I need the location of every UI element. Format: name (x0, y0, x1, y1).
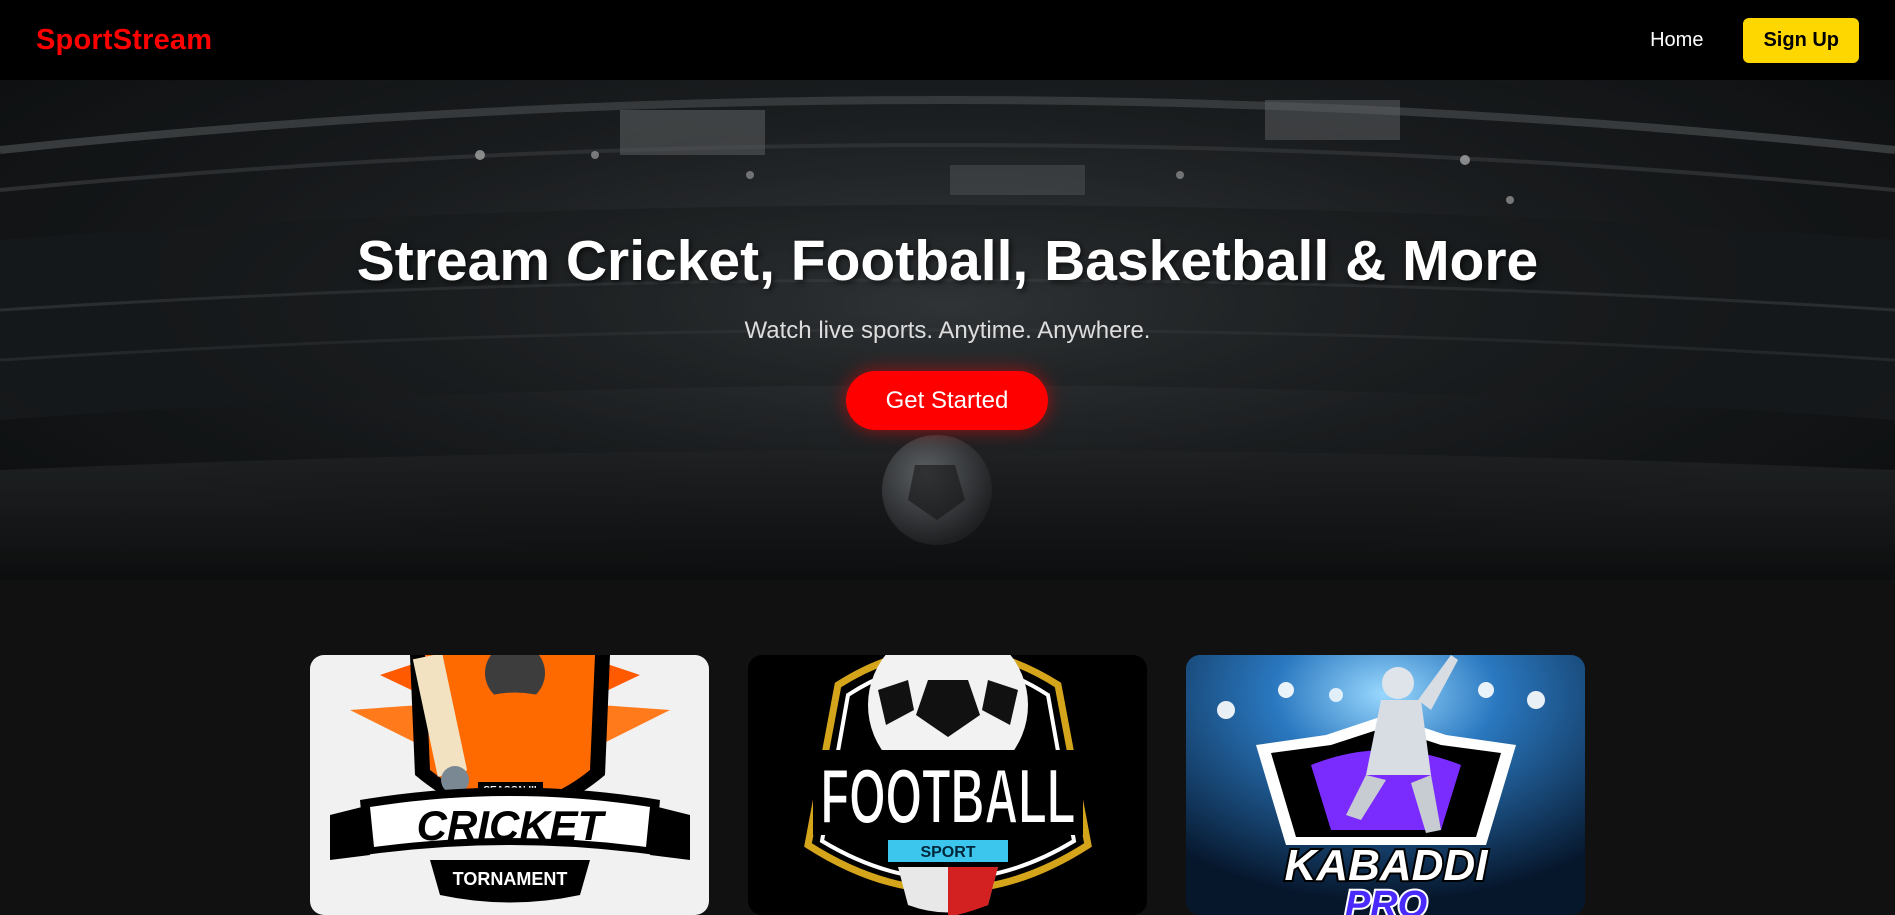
nav-home-link[interactable]: Home (1650, 29, 1703, 52)
nav-links: Home Sign Up (1650, 17, 1859, 63)
signup-button[interactable]: Sign Up (1743, 17, 1859, 63)
cricket-card[interactable]: SEASON III CRICKET TORNAMENT (310, 655, 709, 915)
kabaddi-title-text: KABADDI (1285, 841, 1489, 890)
cricket-subtitle-text: TORNAMENT (453, 869, 568, 889)
logo[interactable]: SportStream (36, 24, 212, 57)
get-started-button[interactable]: Get Started (846, 371, 1048, 430)
hero-title: Stream Cricket, Football, Basketball & M… (356, 229, 1539, 293)
football-logo-image: FOOTBALL SPORT (804, 655, 1092, 915)
navbar: SportStream Home Sign Up (0, 0, 1895, 80)
cricket-title-text: CRICKET (417, 802, 607, 849)
sports-cards: SEASON III CRICKET TORNAMENT FOOTBALL (0, 580, 1895, 915)
hero-subtitle: Watch live sports. Anytime. Anywhere. (744, 317, 1151, 344)
cricket-logo-image: SEASON III CRICKET TORNAMENT (330, 655, 690, 903)
football-title-text: FOOTBALL (821, 752, 1076, 840)
kabaddi-subtitle-text: PRO (1345, 884, 1427, 915)
football-subtitle-text: SPORT (920, 844, 975, 861)
football-card[interactable]: FOOTBALL SPORT (748, 655, 1147, 915)
hero-section: Stream Cricket, Football, Basketball & M… (0, 80, 1895, 580)
kabaddi-card[interactable]: KABADDI PRO (1186, 655, 1585, 915)
hero-content: Stream Cricket, Football, Basketball & M… (0, 80, 1895, 580)
kabaddi-logo-image: KABADDI PRO (1186, 655, 1585, 915)
